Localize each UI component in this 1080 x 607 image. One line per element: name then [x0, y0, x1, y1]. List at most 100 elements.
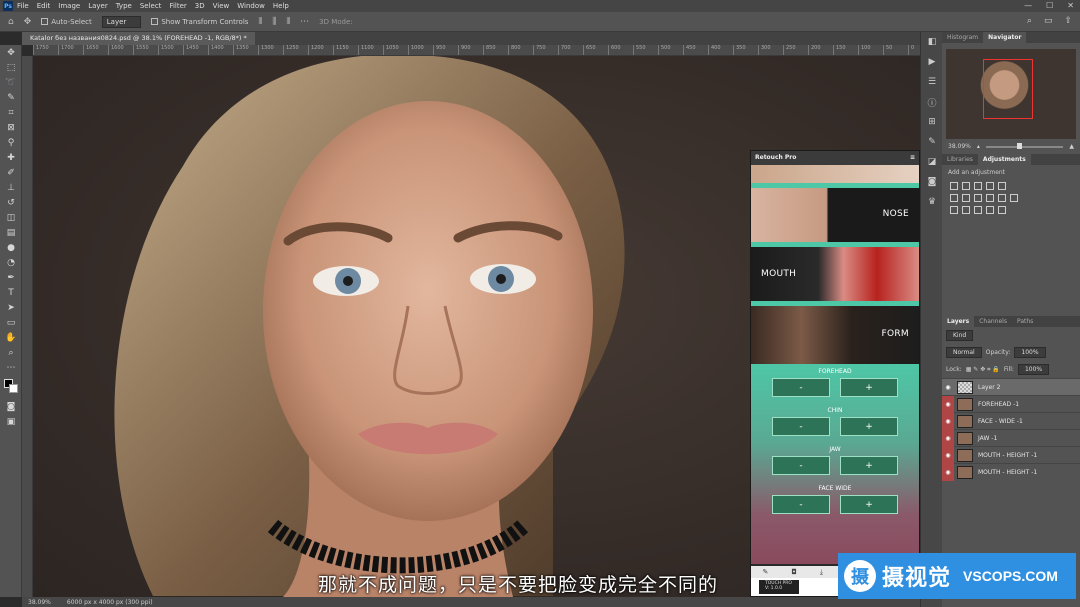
minimize-button[interactable]: —	[1024, 1, 1032, 10]
forehead-minus-button[interactable]: -	[772, 378, 830, 397]
menu-layer[interactable]: Layer	[88, 2, 108, 10]
crop-tool-icon[interactable]: ⌗	[0, 105, 22, 120]
glyphs-icon[interactable]: ⊞	[921, 112, 943, 132]
exposure-icon[interactable]	[986, 182, 994, 190]
layer-row[interactable]: ◉ MOUTH - HEIGHT -1	[942, 463, 1080, 481]
tab-paths[interactable]: Paths	[1012, 316, 1038, 327]
vibrance-icon[interactable]	[998, 182, 1006, 190]
layer-row[interactable]: ◉ FACE - WIDE -1	[942, 412, 1080, 430]
workspace-icon[interactable]: ▭	[1044, 16, 1053, 26]
lasso-tool-icon[interactable]: ➰	[0, 75, 22, 90]
color-balance-icon[interactable]	[962, 194, 970, 202]
brightness-icon[interactable]	[950, 182, 958, 190]
edit-icon[interactable]: ✎	[762, 568, 768, 576]
zoom-tool-icon[interactable]: ⌕	[0, 345, 22, 360]
brush-tool-icon[interactable]: ✐	[0, 165, 22, 180]
menu-filter[interactable]: Filter	[169, 2, 186, 10]
feature-mouth[interactable]: MOUTH	[751, 247, 919, 301]
play-icon[interactable]: ▶	[921, 52, 943, 72]
background-color-swatch[interactable]	[9, 384, 18, 393]
hue-saturation-icon[interactable]	[950, 194, 958, 202]
marquee-tool-icon[interactable]: ⬚	[0, 60, 22, 75]
visibility-eye-icon[interactable]: ◉	[942, 429, 954, 447]
quick-select-tool-icon[interactable]: ✎	[0, 90, 22, 105]
properties-icon[interactable]: ☰	[921, 72, 943, 92]
levels-icon[interactable]	[962, 182, 970, 190]
blend-mode-dropdown[interactable]: Normal	[946, 347, 982, 358]
feature-form[interactable]: FORM	[751, 306, 919, 364]
zoom-in-icon[interactable]: ▲	[1069, 143, 1074, 150]
tab-histogram[interactable]: Histogram	[942, 32, 983, 43]
shape-tool-icon[interactable]: ▭	[0, 315, 22, 330]
path-select-icon[interactable]: ➤	[0, 300, 22, 315]
document-tab[interactable]: Katalor без названия0824.psd @ 38.1% (FO…	[22, 32, 255, 45]
info-icon[interactable]: ⓘ	[921, 92, 943, 112]
home-icon[interactable]: ⌂	[8, 17, 14, 27]
frame-tool-icon[interactable]: ⊠	[0, 120, 22, 135]
visibility-eye-icon[interactable]: ◉	[942, 379, 954, 396]
visibility-eye-icon[interactable]: ◉	[942, 412, 954, 430]
pen-tool-icon[interactable]: ✒	[0, 270, 22, 285]
healing-brush-icon[interactable]: ✚	[0, 150, 22, 165]
black-white-icon[interactable]	[974, 194, 982, 202]
feature-nose[interactable]: NOSE	[751, 188, 919, 242]
eyedropper-tool-icon[interactable]: ⚲	[0, 135, 22, 150]
close-button[interactable]: ✕	[1067, 1, 1074, 10]
clone-stamp-icon[interactable]: ⊥	[0, 180, 22, 195]
history-icon[interactable]: ◧	[921, 32, 943, 52]
tab-channels[interactable]: Channels	[974, 316, 1012, 327]
navigator-zoom-value[interactable]: 38.09%	[948, 143, 971, 150]
menu-image[interactable]: Image	[58, 2, 80, 10]
face-wide-plus-button[interactable]: +	[840, 495, 898, 514]
face-wide-minus-button[interactable]: -	[772, 495, 830, 514]
tab-libraries[interactable]: Libraries	[942, 154, 978, 165]
gradient-tool-icon[interactable]: ▤	[0, 225, 22, 240]
menu-view[interactable]: View	[213, 2, 230, 10]
menu-window[interactable]: Window	[237, 2, 265, 10]
layer-comps-icon[interactable]: ◪	[921, 152, 943, 172]
hand-tool-icon[interactable]: ✋	[0, 330, 22, 345]
tab-adjustments[interactable]: Adjustments	[977, 154, 1031, 165]
zoom-readout[interactable]: 38.09%	[28, 599, 51, 606]
layer-row[interactable]: ◉ JAW -1	[942, 429, 1080, 447]
posterize-icon[interactable]	[962, 206, 970, 214]
chin-plus-button[interactable]: +	[840, 417, 898, 436]
layer-kind-filter[interactable]: Kind	[946, 330, 974, 341]
auto-select-target-dropdown[interactable]: Layer	[101, 15, 142, 28]
align-left-icon[interactable]: ⫴	[258, 17, 262, 27]
tab-layers[interactable]: Layers	[942, 316, 975, 327]
zoom-slider-knob[interactable]	[1016, 142, 1022, 149]
move-tool-icon[interactable]: ✥	[24, 17, 32, 27]
share-icon[interactable]: ⇪	[1064, 16, 1072, 26]
menu-select[interactable]: Select	[140, 2, 162, 10]
align-center-icon[interactable]: ⫼	[272, 17, 276, 27]
layer-row[interactable]: ◉ MOUTH - HEIGHT -1	[942, 446, 1080, 464]
menu-help[interactable]: Help	[273, 2, 289, 10]
color-lookup-icon[interactable]	[1010, 194, 1018, 202]
forehead-plus-button[interactable]: +	[840, 378, 898, 397]
panel-menu-icon[interactable]: ≡	[910, 151, 915, 165]
menu-3d[interactable]: 3D	[195, 2, 205, 10]
distribute-icon[interactable]: ⋯	[300, 17, 309, 27]
menu-edit[interactable]: Edit	[37, 2, 51, 10]
download-icon[interactable]: ⤓	[820, 568, 823, 577]
type-tool-icon[interactable]: T	[0, 285, 22, 300]
eraser-tool-icon[interactable]: ◫	[0, 210, 22, 225]
blur-tool-icon[interactable]: ●	[0, 240, 22, 255]
quick-mask-icon[interactable]: ◙	[0, 399, 22, 414]
visibility-eye-icon[interactable]: ◉	[942, 446, 954, 464]
curves-icon[interactable]	[974, 182, 982, 190]
more-tools-icon[interactable]: ⋯	[0, 360, 22, 375]
navigator-view-box[interactable]	[983, 59, 1033, 119]
photo-filter-icon[interactable]	[986, 194, 994, 202]
move-tool-icon[interactable]: ✥	[0, 45, 22, 60]
gradient-map-icon[interactable]	[998, 206, 1006, 214]
chin-minus-button[interactable]: -	[772, 417, 830, 436]
retouch-plugin-icon[interactable]: ◙	[921, 172, 943, 192]
screen-mode-icon[interactable]: ▣	[0, 414, 22, 429]
maximize-button[interactable]: ☐	[1046, 1, 1053, 10]
search-icon[interactable]: ⌕	[1027, 16, 1032, 26]
brush-settings-icon[interactable]: ✎	[921, 132, 943, 152]
channel-mixer-icon[interactable]	[998, 194, 1006, 202]
visibility-eye-icon[interactable]: ◉	[942, 395, 954, 413]
